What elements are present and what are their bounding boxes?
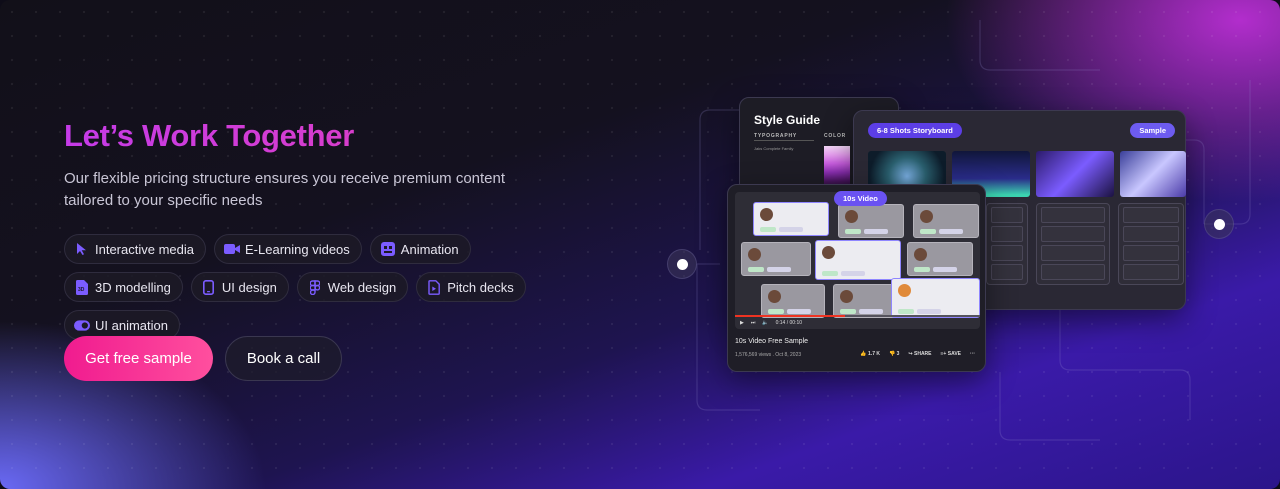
profile-card [891,278,980,318]
like-count: 1.7 K [868,351,880,357]
cursor-icon [74,241,90,257]
storyboard-thumbnail [1036,151,1114,197]
video-time: 0:14 / 00:10 [775,320,803,326]
toggle-icon [74,317,90,333]
service-chip-pitch-decks[interactable]: Pitch decks [416,272,526,302]
service-chip-label: UI design [221,279,277,295]
save-button[interactable]: ≡+ SAVE [941,351,961,357]
phone-icon [201,279,217,295]
page-title: Let’s Work Together [64,118,604,154]
presentation-file-icon [426,279,442,295]
service-chip-label: 3D modelling [95,279,171,295]
sample-badge: Sample [1130,123,1175,138]
get-free-sample-button[interactable]: Get free sample [64,336,213,381]
pricing-banner: Let’s Work Together Our flexible pricing… [0,0,1280,489]
typography-label: TYPOGRAPHY [754,133,798,139]
service-chip-3d-modelling[interactable]: 3D 3D modelling [64,272,183,302]
circuit-node-right [1204,209,1234,239]
storyboard-panel [1118,203,1184,285]
animation-icon [380,241,396,257]
profile-card [815,240,901,280]
profile-card [838,204,904,238]
divider [754,140,814,141]
volume-icon[interactable]: 🔈 [762,320,768,326]
video-title: 10s Video Free Sample [735,338,809,345]
service-chip-label: Web design [327,279,397,295]
share-button[interactable]: ↪ SHARE [908,351,931,357]
storyboard-thumbnail [1120,151,1186,197]
service-chip-label: Pitch decks [447,279,514,295]
video-preview-card: 10s Video ▶ ⏭ 🔈 0:14 / 00:10 10s Video F… [727,184,986,372]
profile-card [833,284,897,318]
dislike-count: 3 [896,351,900,357]
service-chip-e-learning-videos[interactable]: E-Learning videos [214,234,362,264]
play-icon[interactable]: ▶ [740,320,744,326]
services-list: Interactive media E-Learning videos Anim… [64,234,584,340]
service-chip-ui-design[interactable]: UI design [190,272,289,302]
share-label: SHARE [914,351,932,357]
circuit-node-left [667,249,697,279]
service-chip-interactive-media[interactable]: Interactive media [64,234,206,264]
svg-text:3D: 3D [78,287,85,293]
video-actions: 👍 1.7 K 👎 3 ↪ SHARE ≡+ SAVE ··· [860,351,975,357]
storyboard-panel [1036,203,1110,285]
profile-card [913,204,979,238]
3d-file-icon: 3D [74,279,90,295]
profile-card [761,284,825,318]
profile-card [907,242,973,276]
cta-group: Get free sample Book a call [64,336,342,381]
video-camera-icon [224,241,240,257]
dislike-button[interactable]: 👎 3 [889,351,899,357]
service-chip-label: UI animation [95,317,168,333]
more-icon[interactable]: ··· [970,351,975,357]
color-label: COLOR [824,133,847,139]
service-chip-label: Animation [400,241,459,257]
next-icon[interactable]: ⏭ [751,320,756,326]
profile-card [753,202,829,236]
storyboard-tag: 6-8 Shots Storyboard [868,123,962,138]
video-player[interactable] [735,192,980,329]
page-subtitle: Our flexible pricing structure ensures y… [64,170,506,209]
figma-icon [307,279,323,295]
book-a-call-button[interactable]: Book a call [225,336,342,381]
service-chip-animation[interactable]: Animation [369,234,471,264]
font-family-name: Jaks Complete Family [754,146,794,151]
style-guide-title: Style Guide [754,113,821,127]
like-button[interactable]: 👍 1.7 K [860,351,880,357]
storyboard-panel [986,203,1028,285]
profile-card [741,242,811,276]
save-label: SAVE [947,351,961,357]
service-chip-web-design[interactable]: Web design [296,272,409,302]
video-controls: ▶ ⏭ 🔈 0:14 / 00:10 [735,316,980,330]
service-chip-label: E-Learning videos [245,241,350,257]
video-tag: 10s Video [834,191,887,206]
video-meta: 1,576,569 views . Oct 8, 2023 [735,352,802,358]
service-chip-label: Interactive media [95,241,194,257]
hero-content: Let’s Work Together Our flexible pricing… [64,118,604,340]
